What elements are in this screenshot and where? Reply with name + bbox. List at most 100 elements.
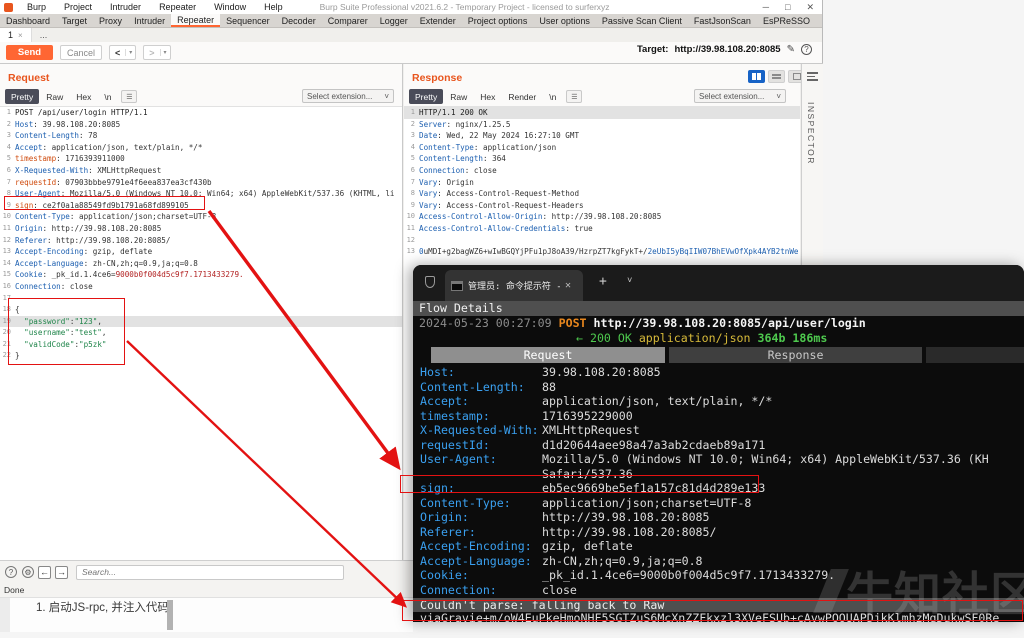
tab-passive-scan-client[interactable]: Passive Scan Client [596,14,688,27]
new-tab-icon[interactable]: + [599,274,607,289]
request-editor-tabs: PrettyRawHex\n ☰ [5,89,137,104]
repeater-tab-more[interactable]: ... [32,28,56,42]
response-select-extension[interactable]: Select extension... ˅ [694,89,786,103]
edit-target-icon[interactable]: ✎ [787,44,795,55]
terminal-tab[interactable]: 管理员: 命令提示符 - mitmpro ✕ [445,270,583,301]
editor-tab-hex[interactable]: Hex [474,89,501,104]
send-button[interactable]: Send [6,45,53,60]
code-line-2: 2Server: nginx/1.25.5 [404,119,800,131]
screen: BurpProjectIntruderRepeaterWindowHelp Bu… [0,0,1024,638]
forward-arrow-icon[interactable]: > [144,48,159,58]
back-arrow-icon[interactable]: < [110,48,125,58]
flow-header-content-type: Content-Type:application/json;charset=UT… [413,496,1024,511]
search-next-icon[interactable]: → [55,566,68,579]
repeater-tab-1[interactable]: 1 × [0,28,32,42]
tab-target[interactable]: Target [56,14,93,27]
cancel-button[interactable]: Cancel [60,45,102,60]
target-row: Target: http://39.98.108.20:8085 ✎ ? [637,44,812,55]
flow-header-host: Host:39.98.108.20:8085 [413,365,1024,380]
menu-project[interactable]: Project [55,2,101,12]
flow-header-requestid: requestId:d1d20644aee98a47a3ab2cdaeb89a1… [413,438,1024,453]
tab-comparer[interactable]: Comparer [322,14,374,27]
code-line-4: 4Accept: application/json, text/plain, *… [0,142,402,154]
menu-help[interactable]: Help [255,2,292,12]
gear-icon[interactable]: ⚙ [22,566,34,578]
code-line-13: 130uMDI+g2bagWZ6+wIwBGQYjPFu1pJ8oA39/Hzr… [404,246,800,258]
editor-tab-raw[interactable]: Raw [40,89,69,104]
editor-menu-icon[interactable]: ☰ [121,90,137,103]
tab-request[interactable]: Request [431,347,665,363]
code-line-11: 11Access-Control-Allow-Credentials: true [404,223,800,235]
flow-time: 186ms [792,331,827,345]
flow-tab-bar: Request Response [413,347,1024,363]
flow-header-x-requested-with: X-Requested-With:XMLHttpRequest [413,423,1024,438]
minimize-icon[interactable]: ─ [763,2,769,12]
tab-proxy[interactable]: Proxy [93,14,128,27]
code-line-12: 12Referer: http://39.98.108.20:8085/ [0,235,402,247]
help-icon[interactable]: ? [801,44,812,55]
editor-tab-pretty[interactable]: Pretty [409,89,443,104]
history-back-button[interactable]: < ▾ [109,45,136,60]
editor-tab-render[interactable]: Render [502,89,542,104]
flow-header-connection: Connection:close [413,583,1024,598]
menu-intruder[interactable]: Intruder [101,2,150,12]
inspector-collapse-icon[interactable] [807,72,823,81]
tab-espresso[interactable]: EsPReSSO [757,14,816,27]
history-forward-button[interactable]: > ▾ [143,45,170,60]
close-icon[interactable]: ✕ [806,2,814,13]
forward-dropdown-icon[interactable]: ▾ [160,49,170,56]
flow-request-line: 2024-05-23 00:27:09 POST http://39.98.10… [413,316,1024,331]
menu-window[interactable]: Window [205,2,255,12]
tab-user-options[interactable]: User options [533,14,596,27]
code-line-3: 3Date: Wed, 22 May 2024 16:27:10 GMT [404,130,800,142]
menu-repeater[interactable]: Repeater [150,2,205,12]
close-tab-icon[interactable]: ✕ [565,280,571,291]
editor-tab-n[interactable]: \n [98,89,117,104]
tab-response[interactable]: Response [669,347,922,363]
tab-fastjsonscan[interactable]: FastJsonScan [688,14,757,27]
tab-project-options[interactable]: Project options [462,14,534,27]
terminal-content[interactable]: Flow Details 2024-05-23 00:27:09 POST ht… [413,301,1024,622]
menu-bar: BurpProjectIntruderRepeaterWindowHelp [18,2,292,12]
close-tab-icon[interactable]: × [18,31,23,40]
tab-decoder[interactable]: Decoder [276,14,322,27]
tab-dropdown-icon[interactable]: ˅ [627,276,632,286]
chevron-down-icon: ˅ [776,92,781,101]
tab-logger[interactable]: Logger [374,14,414,27]
tab-bar-filler [926,347,1024,363]
editor-tab-raw[interactable]: Raw [444,89,473,104]
flow-url: http://39.98.108.20:8085/api/user/login [594,316,866,330]
terminal-tab-title: 管理员: 命令提示符 - mitmpro [468,279,560,292]
layout-columns-button[interactable] [748,70,765,83]
annotation-box-request-sign [4,196,205,210]
status-message: Done [4,585,24,595]
target-label: Target: [637,44,669,55]
target-value: http://39.98.108.20:8085 [674,44,780,55]
help-icon[interactable]: ? [5,566,17,578]
menu-burp[interactable]: Burp [18,2,55,12]
tab-dashboard[interactable]: Dashboard [0,14,56,27]
maximize-icon[interactable]: □ [785,2,790,12]
editor-menu-icon[interactable]: ☰ [566,90,582,103]
request-select-extension[interactable]: Select extension... ˅ [302,89,394,103]
search-prev-icon[interactable]: ← [38,566,51,579]
editor-tab-pretty[interactable]: Pretty [5,89,39,104]
back-dropdown-icon[interactable]: ▾ [125,49,135,56]
notes-scrollbar[interactable] [167,600,173,630]
layout-rows-button[interactable] [768,70,785,83]
tab-sequencer[interactable]: Sequencer [220,14,276,27]
code-line-5: 5Content-Length: 364 [404,153,800,165]
annotation-box-terminal-raw [402,600,1023,621]
flow-header-cookie: Cookie:_pk_id.1.4ce6=9000b0f004d5c9f7.17… [413,568,1024,583]
code-line-4: 4Content-Type: application/json [404,142,800,154]
tab-intruder[interactable]: Intruder [128,14,171,27]
tab-repeater[interactable]: Repeater [171,14,220,27]
editor-tab-n[interactable]: \n [543,89,562,104]
editor-tab-hex[interactable]: Hex [70,89,97,104]
search-input[interactable] [76,565,344,580]
code-line-3: 3Content-Length: 78 [0,130,402,142]
flow-header-user-agent: User-Agent:Mozilla/5.0 (Windows NT 10.0;… [413,452,1024,467]
tab-extender[interactable]: Extender [414,14,462,27]
flow-status: ← 200 OK [576,331,632,345]
flow-status-line: ← 200 OK application/json 364b 186ms [413,331,1024,346]
